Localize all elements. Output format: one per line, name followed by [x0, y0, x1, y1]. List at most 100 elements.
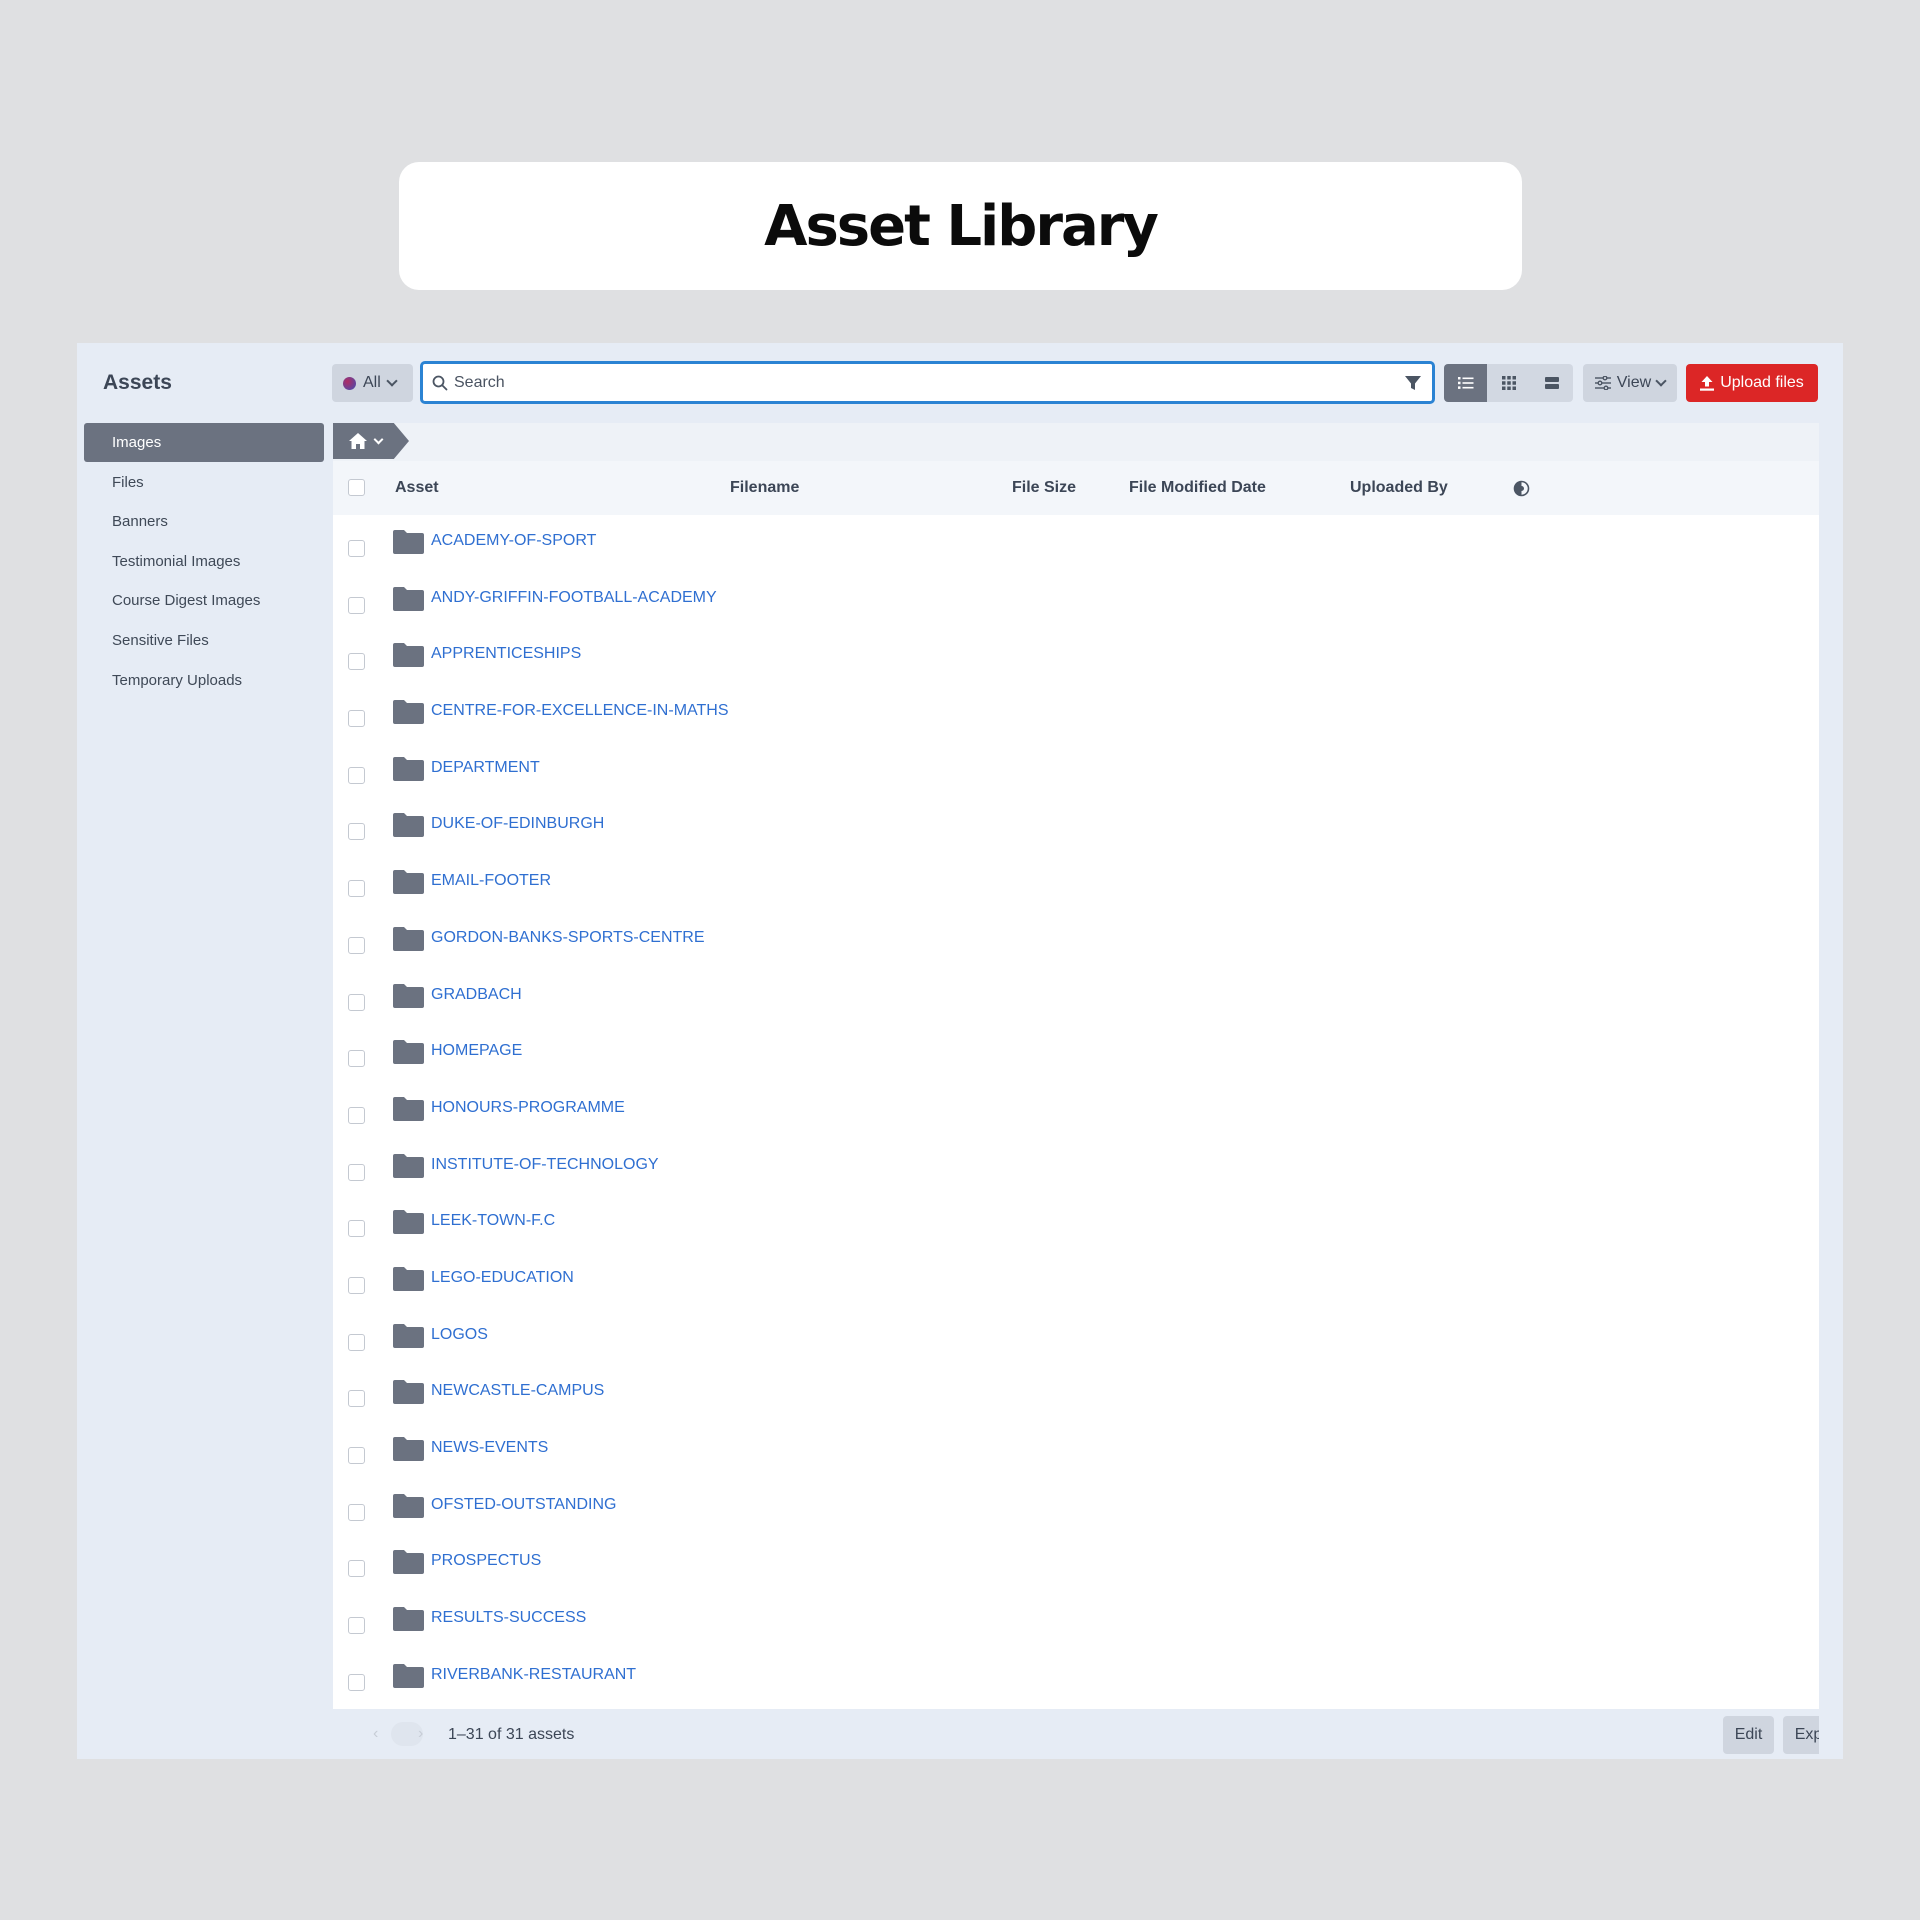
folder-link[interactable]: NEWCASTLE-CAMPUS: [431, 1382, 604, 1400]
column-file-size[interactable]: File Size: [1012, 479, 1076, 497]
table-row[interactable]: HOMEPAGE: [333, 1025, 1819, 1082]
table-row[interactable]: OFSTED-OUTSTANDING: [333, 1479, 1819, 1536]
table-row[interactable]: APPRENTICESHIPS: [333, 628, 1819, 685]
folder-link[interactable]: ANDY-GRIFFIN-FOOTBALL-ACADEMY: [431, 589, 717, 607]
view-options-button[interactable]: View: [1583, 364, 1677, 402]
row-checkbox[interactable]: [348, 1390, 365, 1408]
folder-link[interactable]: HOMEPAGE: [431, 1042, 522, 1060]
export-button[interactable]: Export...: [1783, 1716, 1819, 1754]
folder-link[interactable]: RIVERBANK-RESTAURANT: [431, 1666, 636, 1684]
sidebar-item-sensitive-files[interactable]: Sensitive Files: [84, 621, 324, 660]
sidebar-item-images[interactable]: Images: [84, 423, 324, 462]
row-checkbox[interactable]: [348, 1447, 365, 1464]
column-uploaded-by[interactable]: Uploaded By: [1350, 479, 1448, 497]
compact-view-button[interactable]: [1530, 364, 1573, 402]
folder-link[interactable]: LEGO-EDUCATION: [431, 1269, 574, 1287]
row-checkbox[interactable]: [348, 993, 365, 1011]
row-checkbox[interactable]: [348, 823, 365, 841]
row-checkbox[interactable]: [348, 1560, 365, 1578]
folder-link[interactable]: GRADBACH: [431, 986, 522, 1004]
folder-icon: [393, 926, 424, 951]
table-row[interactable]: NEWCASTLE-CAMPUS: [333, 1365, 1819, 1422]
table-row[interactable]: DUKE-OF-EDINBURGH: [333, 798, 1819, 855]
folder-link[interactable]: CENTRE-FOR-EXCELLENCE-IN-MATHS: [431, 702, 729, 720]
sidebar-item-temporary-uploads[interactable]: Temporary Uploads: [84, 661, 324, 700]
table-row[interactable]: GORDON-BANKS-SPORTS-CENTRE: [333, 912, 1819, 969]
folder-link[interactable]: DEPARTMENT: [431, 759, 540, 777]
folder-link[interactable]: OFSTED-OUTSTANDING: [431, 1496, 616, 1514]
folder-link[interactable]: LEEK-TOWN-F.C: [431, 1212, 555, 1230]
folder-link[interactable]: APPRENTICESHIPS: [431, 645, 581, 663]
row-checkbox[interactable]: [348, 710, 365, 728]
table-row[interactable]: ACADEMY-OF-SPORT: [333, 515, 1819, 572]
row-checkbox[interactable]: [348, 936, 365, 954]
table-row[interactable]: ANDY-GRIFFIN-FOOTBALL-ACADEMY: [333, 572, 1819, 629]
filter-icon[interactable]: [1398, 368, 1428, 398]
folder-link[interactable]: GORDON-BANKS-SPORTS-CENTRE: [431, 929, 705, 947]
row-checkbox[interactable]: [348, 653, 365, 671]
folder-link[interactable]: PROSPECTUS: [431, 1552, 541, 1570]
folder-link[interactable]: EMAIL-FOOTER: [431, 872, 551, 890]
row-checkbox[interactable]: [348, 1503, 365, 1521]
table-row[interactable]: PROSPECTUS: [333, 1535, 1819, 1592]
folder-link[interactable]: INSTITUTE-OF-TECHNOLOGY: [431, 1156, 659, 1174]
row-checkbox[interactable]: [348, 596, 365, 614]
upload-files-button[interactable]: Upload files: [1686, 364, 1818, 402]
folder-link[interactable]: ACADEMY-OF-SPORT: [431, 532, 596, 550]
table-row[interactable]: NEWS-EVENTS: [333, 1422, 1819, 1479]
sidebar-item-files[interactable]: Files: [84, 463, 324, 502]
row-checkbox[interactable]: [348, 1617, 365, 1635]
row-checkbox[interactable]: [348, 1220, 365, 1238]
row-checkbox[interactable]: [348, 1673, 365, 1691]
table-row[interactable]: DEPARTMENT: [333, 742, 1819, 799]
scope-dropdown[interactable]: All: [332, 364, 413, 402]
table-row[interactable]: INSTITUTE-OF-TECHNOLOGY: [333, 1139, 1819, 1196]
row-checkbox[interactable]: [348, 766, 365, 784]
column-filename[interactable]: Filename: [730, 479, 799, 497]
rows-icon: [1544, 377, 1559, 389]
table-row[interactable]: LEEK-TOWN-F.C: [333, 1195, 1819, 1252]
row-checkbox[interactable]: [348, 1163, 365, 1181]
folder-icon: [393, 1210, 424, 1235]
search-box: [420, 361, 1435, 404]
sidebar-item-testimonial-images[interactable]: Testimonial Images: [84, 542, 324, 581]
table-row[interactable]: HONOURS-PROGRAMME: [333, 1082, 1819, 1139]
row-checkbox[interactable]: [348, 1050, 365, 1068]
table-row[interactable]: LOGOS: [333, 1309, 1819, 1366]
table-footer: ‹ › 1–31 of 31 assets Edit Export...: [333, 1709, 1819, 1759]
row-checkbox[interactable]: [348, 540, 365, 557]
folder-link[interactable]: NEWS-EVENTS: [431, 1439, 548, 1457]
grid-view-button[interactable]: [1487, 364, 1530, 402]
sidebar-item-course-digest-images[interactable]: Course Digest Images: [84, 581, 324, 620]
folder-icon: [393, 643, 424, 668]
folder-link[interactable]: LOGOS: [431, 1326, 488, 1344]
folder-icon: [393, 1323, 424, 1348]
edit-button[interactable]: Edit: [1723, 1716, 1774, 1754]
previous-page-icon[interactable]: ‹: [373, 1725, 378, 1743]
breadcrumb-home[interactable]: [333, 423, 409, 459]
folder-link[interactable]: HONOURS-PROGRAMME: [431, 1099, 625, 1117]
sidebar-item-banners[interactable]: Banners: [84, 502, 324, 541]
table-row[interactable]: CENTRE-FOR-EXCELLENCE-IN-MATHS: [333, 685, 1819, 742]
table-header: Asset Filename File Size File Modified D…: [333, 461, 1819, 515]
row-checkbox[interactable]: [348, 1106, 365, 1124]
table-row[interactable]: EMAIL-FOOTER: [333, 855, 1819, 912]
table-row[interactable]: LEGO-EDUCATION: [333, 1252, 1819, 1309]
row-checkbox[interactable]: [348, 880, 365, 898]
row-checkbox[interactable]: [348, 1333, 365, 1351]
column-asset[interactable]: Asset: [395, 479, 439, 497]
table-row[interactable]: GRADBACH: [333, 969, 1819, 1026]
table-row[interactable]: RESULTS-SUCCESS: [333, 1592, 1819, 1649]
next-page-icon[interactable]: ›: [418, 1725, 423, 1743]
search-input[interactable]: [454, 373, 1398, 392]
folder-link[interactable]: DUKE-OF-EDINBURGH: [431, 815, 604, 833]
table-row[interactable]: RIVERBANK-RESTAURANT: [333, 1649, 1819, 1706]
column-settings-icon[interactable]: [1513, 480, 1530, 497]
column-file-modified-date[interactable]: File Modified Date: [1129, 479, 1266, 497]
select-all-checkbox[interactable]: [348, 479, 365, 496]
row-checkbox[interactable]: [348, 1276, 365, 1294]
folder-icon: [393, 1040, 424, 1065]
folder-link[interactable]: RESULTS-SUCCESS: [431, 1609, 586, 1627]
list-view-button[interactable]: [1444, 364, 1487, 402]
asset-count: 1–31 of 31 assets: [448, 1726, 575, 1743]
